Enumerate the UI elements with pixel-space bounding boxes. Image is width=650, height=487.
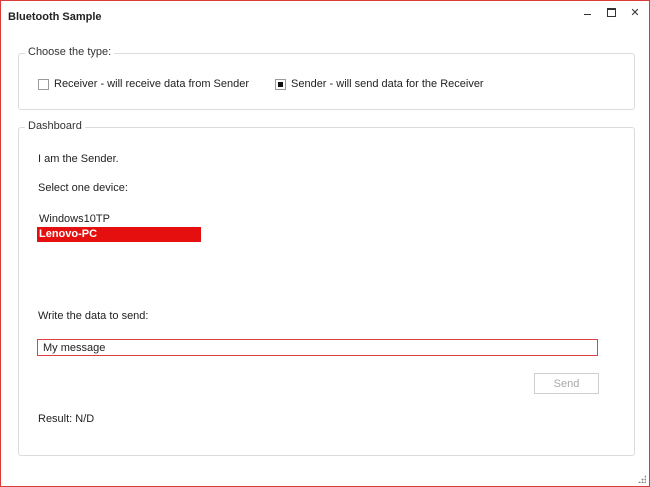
minimize-button[interactable]	[575, 3, 599, 21]
minimize-icon	[583, 13, 591, 15]
send-button[interactable]: Send	[534, 373, 599, 394]
close-button[interactable]: ✕	[623, 3, 647, 21]
write-data-label: Write the data to send:	[38, 310, 149, 322]
device-item-windows10tp[interactable]: Windows10TP	[37, 212, 201, 227]
sender-option-label: Sender - will send data for the Receiver	[291, 78, 484, 90]
receiver-checkbox[interactable]	[38, 78, 49, 90]
type-group: Choose the type: Receiver - will receive…	[18, 46, 635, 110]
window-title: Bluetooth Sample	[8, 11, 102, 23]
receiver-option-label: Receiver - will receive data from Sender	[54, 78, 250, 90]
dashboard-group-label: Dashboard	[25, 120, 85, 132]
app-window: Bluetooth Sample ✕ Choose the type: Rece…	[0, 0, 650, 487]
close-icon: ✕	[630, 6, 640, 19]
result-text: Result: N/D	[38, 413, 95, 425]
dashboard-group: Dashboard I am the Sender. Select one de…	[18, 120, 635, 456]
message-input[interactable]	[37, 339, 598, 356]
maximize-button[interactable]	[599, 3, 623, 21]
title-bar: Bluetooth Sample ✕	[1, 1, 649, 33]
device-list[interactable]: Windows10TP Lenovo-PC	[37, 212, 201, 242]
sender-option[interactable]: Sender - will send data for the Receiver	[275, 78, 484, 90]
role-status-text: I am the Sender.	[38, 153, 119, 165]
maximize-icon	[606, 7, 616, 17]
receiver-option[interactable]: Receiver - will receive data from Sender	[38, 78, 249, 90]
select-device-label: Select one device:	[38, 182, 128, 194]
device-item-lenovo-pc[interactable]: Lenovo-PC	[37, 227, 201, 242]
resize-grip[interactable]	[638, 475, 646, 483]
sender-checkbox[interactable]	[275, 78, 286, 90]
type-group-label: Choose the type:	[25, 46, 115, 58]
